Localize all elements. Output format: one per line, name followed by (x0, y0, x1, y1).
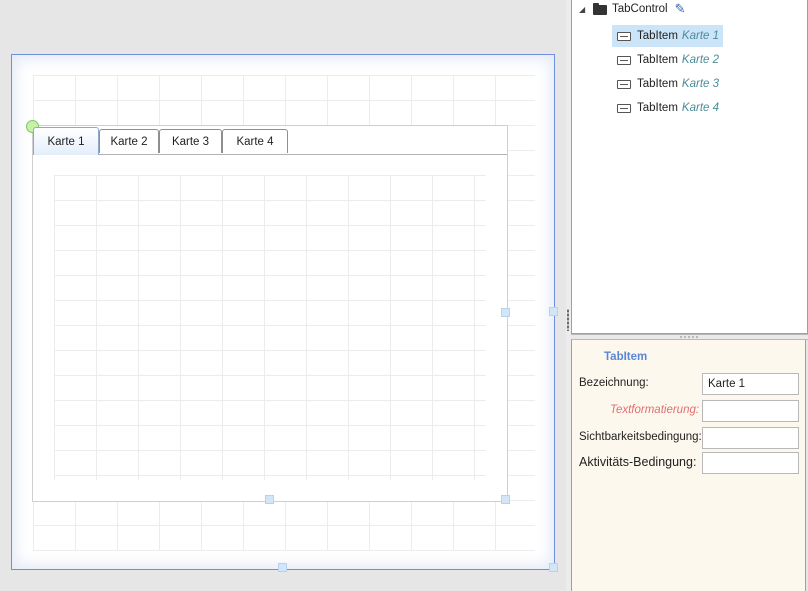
form-resize-handle-bottom[interactable] (278, 563, 287, 572)
form-resize-handle-corner[interactable] (549, 563, 558, 572)
bezeichnung-input[interactable] (702, 373, 799, 395)
tree-item-name: Karte 2 (681, 54, 719, 66)
tabcontrol-resize-handle-bottom[interactable] (265, 495, 274, 504)
tree-root-label: TabControl (612, 3, 668, 15)
pencil-icon[interactable]: ✎ (675, 1, 686, 17)
tabitem-icon (617, 55, 631, 65)
tree-item-name: Karte 1 (681, 30, 719, 42)
tree-item-type: TabItem (637, 102, 678, 114)
control-tree-panel[interactable]: ◢ TabControl ✎ TabItem Karte 1 TabItem K… (571, 0, 808, 334)
tree-item-karte-2[interactable]: TabItem Karte 2 (612, 49, 723, 71)
tabcontrol-resize-handle-corner[interactable] (501, 495, 510, 504)
bezeichnung-label: Bezeichnung: (579, 377, 649, 389)
form-resize-handle-right[interactable] (549, 307, 558, 316)
tree-item-name: Karte 4 (681, 102, 719, 114)
tab-strip: Karte 1 Karte 2 Karte 3 Karte 4 (33, 126, 507, 155)
collapse-caret-icon[interactable]: ◢ (579, 5, 593, 14)
tab-karte-1[interactable]: Karte 1 (33, 127, 99, 155)
tabitem-icon (617, 31, 631, 41)
aktivitaets-bedingung-input[interactable] (702, 452, 799, 474)
tab-karte-3[interactable]: Karte 3 (159, 129, 222, 153)
aktivitaets-bedingung-label: Aktivitäts-Bedingung: (579, 455, 697, 469)
splitter-grip-icon (679, 336, 699, 338)
tree-item-type: TabItem (637, 30, 678, 42)
properties-panel: TabItem Bezeichnung: Textformatierung: S… (571, 340, 806, 591)
tabitem-icon (617, 79, 631, 89)
splitter-grip-icon (567, 309, 569, 331)
sichtbarkeitsbedingung-label: Sichtbarkeitsbedingung: (579, 431, 702, 443)
tree-root-tabcontrol[interactable]: ◢ TabControl ✎ (579, 0, 686, 20)
tree-item-karte-3[interactable]: TabItem Karte 3 (612, 73, 723, 95)
tree-item-karte-4[interactable]: TabItem Karte 4 (612, 97, 723, 119)
folder-icon (593, 3, 607, 15)
properties-title: TabItem (604, 351, 648, 363)
tabitem-icon (617, 103, 631, 113)
tab-content-grid (54, 175, 486, 480)
tab-karte-4[interactable]: Karte 4 (222, 129, 288, 153)
textformatierung-label: Textformatierung: (610, 404, 700, 416)
textformatierung-input[interactable] (702, 400, 799, 422)
tab-content-area[interactable] (33, 155, 507, 501)
tab-control[interactable]: Karte 1 Karte 2 Karte 3 Karte 4 (32, 125, 508, 502)
designer-canvas[interactable]: Karte 1 Karte 2 Karte 3 Karte 4 (0, 0, 566, 591)
tree-item-karte-1[interactable]: TabItem Karte 1 (612, 25, 723, 47)
tree-item-type: TabItem (637, 78, 678, 90)
tab-karte-2[interactable]: Karte 2 (99, 129, 159, 153)
tabcontrol-resize-handle-right[interactable] (501, 308, 510, 317)
tree-item-type: TabItem (637, 54, 678, 66)
sichtbarkeitsbedingung-input[interactable] (702, 427, 799, 449)
tree-item-name: Karte 3 (681, 78, 719, 90)
